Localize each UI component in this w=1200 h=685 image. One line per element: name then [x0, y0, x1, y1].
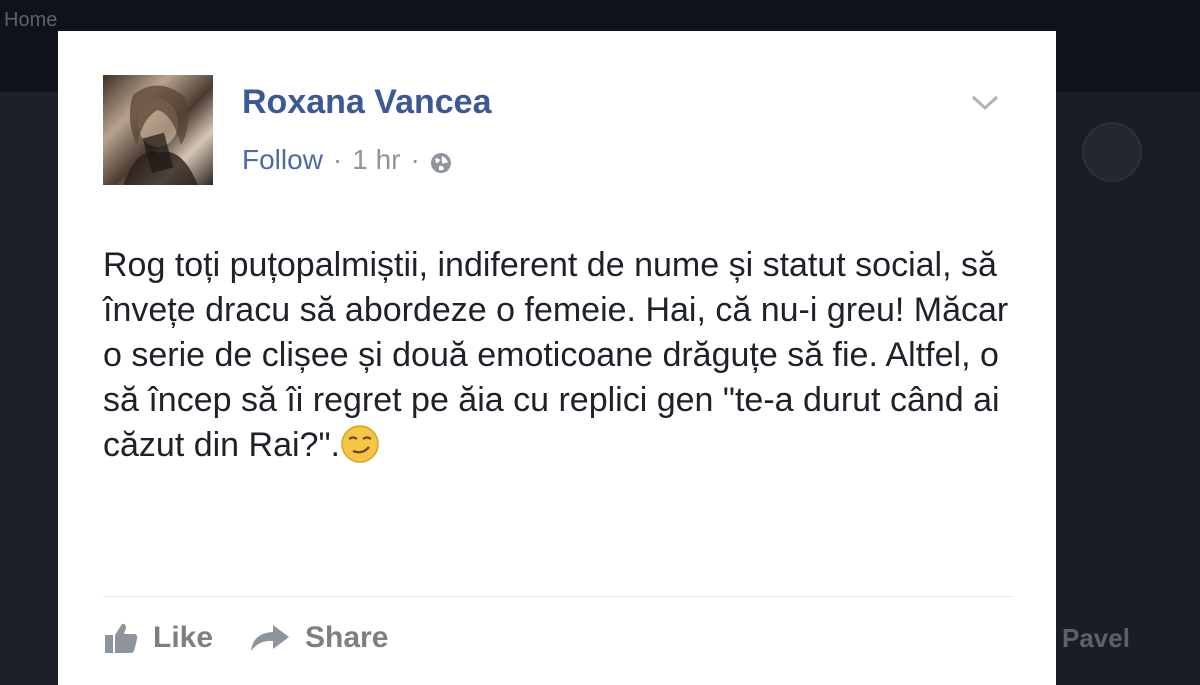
share-button[interactable]: Share [249, 621, 388, 655]
follow-link[interactable]: Follow [242, 144, 323, 176]
like-label: Like [153, 621, 214, 654]
smirk-emoji-icon [340, 424, 380, 464]
share-label: Share [305, 621, 389, 654]
background-avatar [1082, 122, 1142, 182]
post-text-content: Rog toți puțopalmiștii, indiferent de nu… [103, 246, 1009, 464]
actions-divider [103, 596, 1013, 597]
post-text: Rog toți puțopalmiștii, indiferent de nu… [103, 243, 1033, 468]
meta-separator: · [332, 144, 343, 175]
background-home-link: Home [4, 10, 58, 30]
thumbs-up-icon [105, 623, 138, 653]
chevron-down-icon[interactable] [970, 91, 1000, 113]
post-card: Roxana Vancea Follow · 1 hr · Rog toți p… [58, 31, 1056, 685]
share-arrow-icon [251, 625, 290, 651]
author-name[interactable]: Roxana Vancea [242, 83, 491, 122]
avatar-photo [123, 85, 198, 185]
background-right-panel [1056, 92, 1200, 685]
like-button[interactable]: Like [103, 621, 213, 655]
post-meta: Follow · 1 hr · [242, 144, 452, 176]
post-actions: Like Share [103, 621, 424, 655]
post-timestamp[interactable]: 1 hr [352, 144, 400, 176]
meta-separator: · [410, 144, 420, 175]
globe-icon [430, 149, 452, 173]
author-avatar[interactable] [103, 75, 213, 185]
background-contact-name: Pavel [1062, 623, 1130, 653]
